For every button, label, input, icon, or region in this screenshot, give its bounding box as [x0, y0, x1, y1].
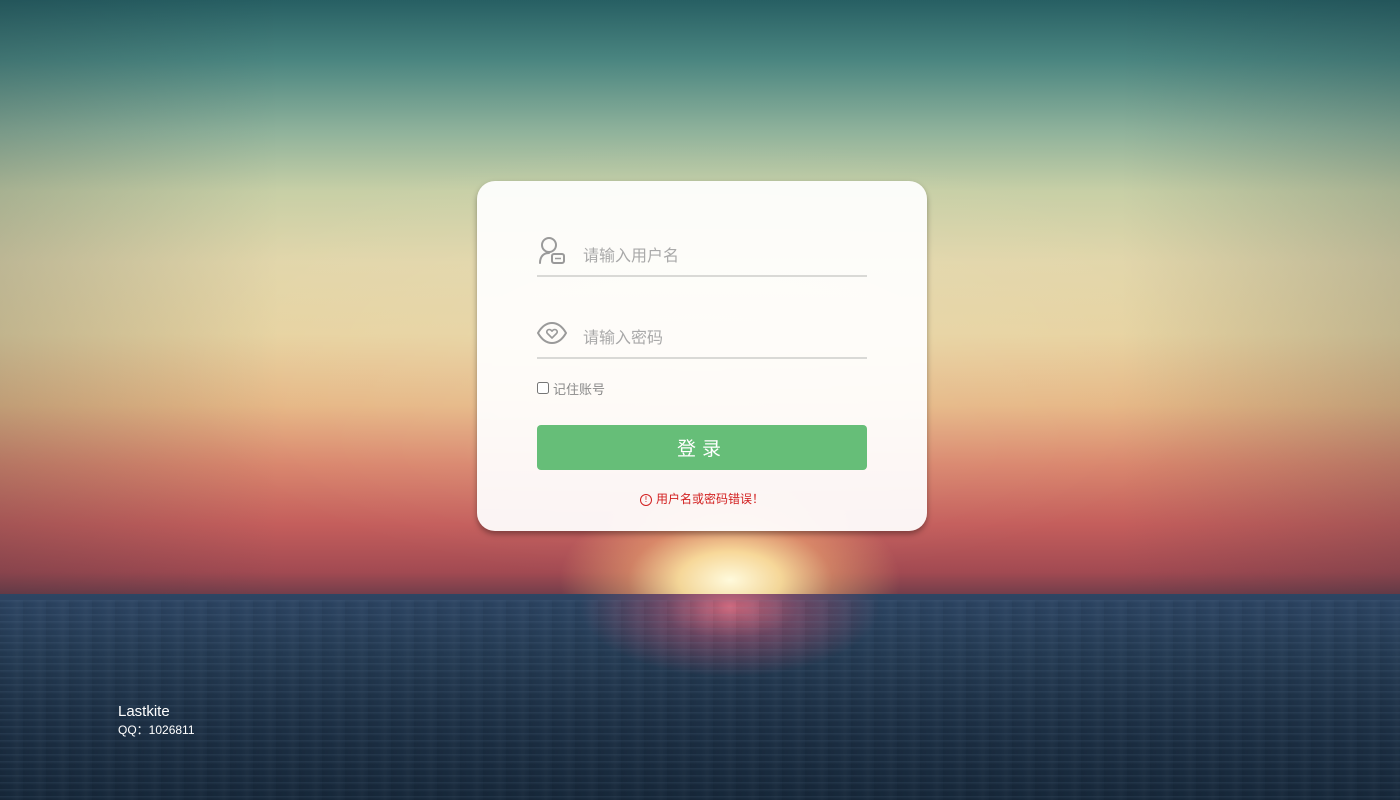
author-contact: QQ：1026811	[118, 723, 195, 737]
username-input[interactable]	[581, 241, 865, 269]
error-text: 用户名或密码错误！	[655, 492, 764, 506]
background-waves	[0, 600, 1400, 800]
eye-icon[interactable]	[536, 317, 568, 349]
error-message: ! 用户名或密码错误！	[477, 490, 927, 507]
login-button[interactable]: 登录	[537, 425, 867, 470]
remember-checkbox[interactable]	[537, 382, 549, 394]
password-input[interactable]	[581, 323, 865, 351]
author-name: Lastkite	[118, 703, 170, 720]
login-page: 记住账号 登录 !用户名或密码错误！ Lastkite QQ：1026811	[0, 0, 1400, 800]
login-card: 记住账号 登录 !用户名或密码错误！	[477, 181, 927, 531]
remember-label: 记住账号	[553, 382, 606, 398]
remember-account[interactable]: 记住账号	[537, 379, 606, 398]
footer-signature: Lastkite QQ：1026811	[118, 703, 195, 738]
password-field	[536, 317, 867, 359]
user-icon	[537, 235, 567, 267]
warning-icon: !	[639, 493, 652, 506]
username-field	[537, 235, 867, 277]
